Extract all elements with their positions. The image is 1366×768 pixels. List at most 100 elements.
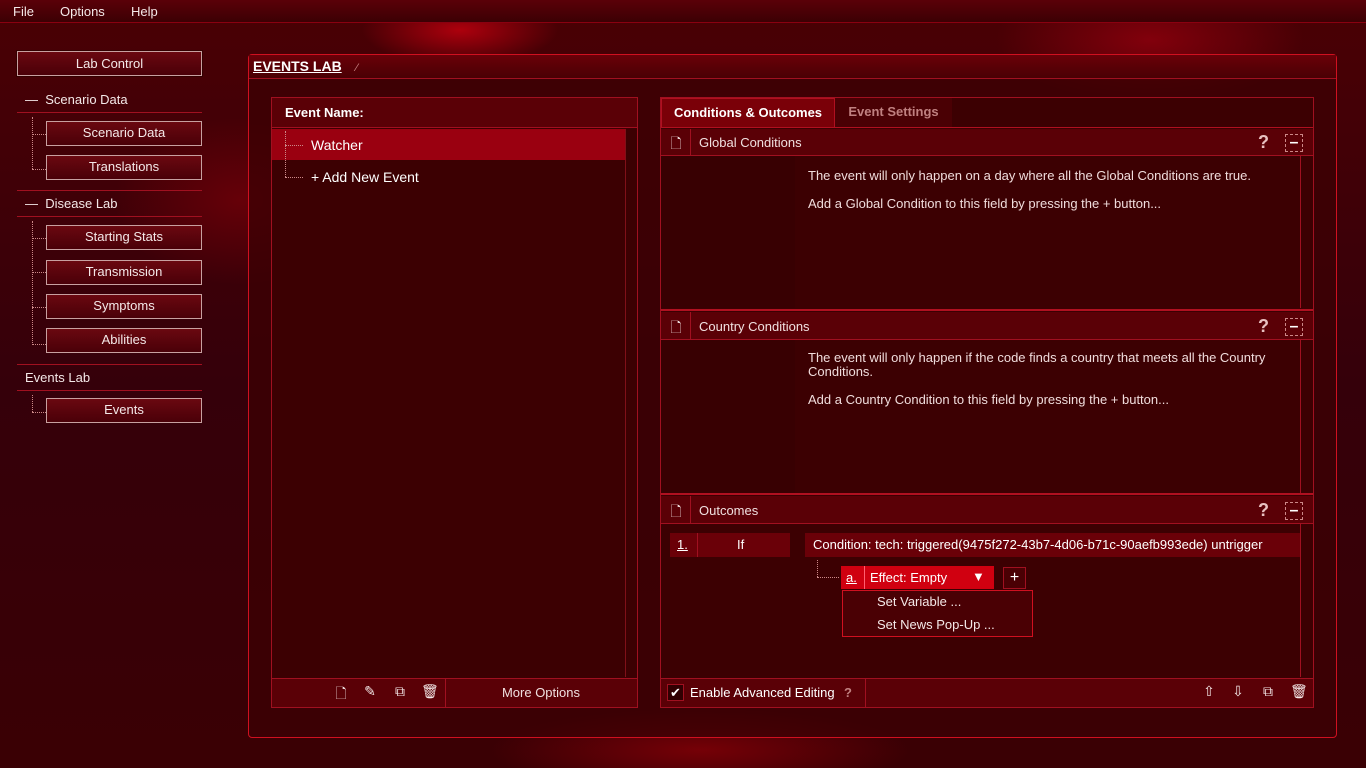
- add-outcome-icon[interactable]: 🗋: [668, 501, 684, 525]
- add-effect-button[interactable]: +: [1003, 567, 1026, 589]
- collapse-icon[interactable]: —: [25, 92, 38, 107]
- divider: [864, 566, 865, 589]
- tree-line: [32, 412, 46, 413]
- menu-file[interactable]: File: [13, 4, 34, 19]
- tree-line: [32, 221, 33, 345]
- transmission-button[interactable]: Transmission: [46, 260, 202, 285]
- tree-line: [32, 307, 46, 308]
- tree-line: [32, 134, 46, 135]
- outcome-if-row[interactable]: [670, 533, 790, 557]
- translations-button[interactable]: Translations: [46, 155, 202, 180]
- delete-event-icon[interactable]: 🗑: [421, 683, 439, 700]
- collapse-icon[interactable]: –: [1285, 502, 1303, 520]
- help-icon[interactable]: ?: [1258, 132, 1269, 153]
- divider: [17, 112, 202, 113]
- divider: [661, 493, 1313, 495]
- edit-event-icon[interactable]: ✎: [362, 683, 378, 700]
- title-slash: ⁄: [356, 62, 358, 74]
- lab-control-button[interactable]: Lab Control: [17, 51, 202, 76]
- scrollbar-track[interactable]: [1300, 156, 1301, 308]
- divider: [661, 309, 1313, 311]
- tree-line: [32, 272, 46, 273]
- global-conditions-title: Global Conditions: [699, 135, 802, 150]
- scenario-data-section[interactable]: — Scenario Data: [25, 92, 128, 107]
- delete-icon[interactable]: 🗑: [1290, 683, 1308, 700]
- event-name-label: Event Name:: [285, 105, 364, 120]
- advanced-editing-label: Enable Advanced Editing: [690, 685, 835, 700]
- help-icon[interactable]: ?: [1258, 500, 1269, 521]
- move-up-icon[interactable]: ⇧: [1201, 683, 1217, 700]
- country-info-1: The event will only happen if the code f…: [808, 350, 1266, 379]
- tree-line: [285, 177, 303, 178]
- advanced-editing-checkbox[interactable]: ✔: [667, 684, 684, 701]
- page-title: EVENTS LAB: [253, 58, 342, 74]
- event-list-panel: [271, 97, 638, 708]
- outcome-number: 1.: [677, 537, 688, 552]
- tree-line: [817, 577, 839, 578]
- menu-item-set-variable[interactable]: Set Variable ...: [877, 594, 961, 609]
- menu-help[interactable]: Help: [131, 4, 158, 19]
- tree-line: [285, 145, 303, 146]
- if-label: If: [737, 537, 745, 552]
- condition-gutter: [661, 340, 795, 493]
- collapse-icon[interactable]: —: [25, 196, 38, 211]
- more-options-button[interactable]: More Options: [446, 685, 636, 700]
- move-down-icon[interactable]: ⇩: [1230, 683, 1246, 700]
- divider: [661, 127, 1313, 128]
- global-info-2: Add a Global Condition to this field by …: [808, 196, 1162, 211]
- effect-letter: a.: [846, 570, 857, 585]
- scrollbar-track[interactable]: [1300, 524, 1301, 677]
- section-label: Disease Lab: [45, 196, 118, 211]
- help-icon[interactable]: ?: [844, 685, 852, 700]
- divider: [17, 364, 202, 365]
- condition-field[interactable]: Condition: tech: triggered(9475f272-43b7…: [805, 533, 1300, 557]
- section-label: Scenario Data: [45, 92, 128, 107]
- panel-titlebar: [249, 55, 1336, 79]
- help-icon[interactable]: ?: [1258, 316, 1269, 337]
- abilities-button[interactable]: Abilities: [46, 328, 202, 353]
- tree-line: [32, 238, 46, 239]
- outcomes-title: Outcomes: [699, 503, 759, 518]
- chevron-down-icon[interactable]: ▼: [972, 569, 985, 584]
- country-conditions-title: Country Conditions: [699, 319, 810, 334]
- tab-conditions-outcomes[interactable]: Conditions & Outcomes: [661, 98, 835, 127]
- divider: [690, 312, 691, 340]
- add-new-event[interactable]: + Add New Event: [311, 169, 419, 185]
- events-button[interactable]: Events: [46, 398, 202, 423]
- scenario-data-button[interactable]: Scenario Data: [46, 121, 202, 146]
- event-item-watcher[interactable]: Watcher: [311, 137, 363, 153]
- tree-line: [32, 169, 46, 170]
- global-info-1: The event will only happen on a day wher…: [808, 168, 1251, 183]
- events-lab-section[interactable]: Events Lab: [25, 370, 90, 385]
- tab-event-settings[interactable]: Event Settings: [835, 98, 952, 127]
- country-info-2: Add a Country Condition to this field by…: [808, 392, 1169, 407]
- condition-gutter: [661, 156, 795, 308]
- scrollbar-track[interactable]: [625, 129, 626, 677]
- menu-bar: File Options Help: [0, 0, 1366, 23]
- disease-lab-section[interactable]: — Disease Lab: [25, 196, 118, 211]
- add-condition-icon[interactable]: 🗋: [668, 133, 684, 157]
- tree-line: [285, 131, 286, 177]
- new-event-icon[interactable]: 🗋: [333, 683, 349, 707]
- tree-line: [817, 560, 818, 577]
- collapse-icon[interactable]: –: [1285, 318, 1303, 336]
- divider: [17, 190, 202, 191]
- menu-options[interactable]: Options: [60, 4, 105, 19]
- outcomes-header: [661, 496, 1313, 524]
- divider: [697, 533, 698, 557]
- divider: [17, 390, 202, 391]
- menu-item-set-news-popup[interactable]: Set News Pop-Up ...: [877, 617, 995, 632]
- add-condition-icon[interactable]: 🗋: [668, 317, 684, 341]
- divider: [865, 679, 866, 707]
- symptoms-button[interactable]: Symptoms: [46, 294, 202, 319]
- scrollbar-track[interactable]: [1300, 340, 1301, 493]
- tree-line: [32, 117, 33, 169]
- divider: [690, 129, 691, 156]
- copy-event-icon[interactable]: ⧉: [392, 683, 408, 700]
- divider: [690, 496, 691, 524]
- effect-dropdown[interactable]: Effect: Empty: [870, 570, 947, 585]
- starting-stats-button[interactable]: Starting Stats: [46, 225, 202, 250]
- collapse-icon[interactable]: –: [1285, 134, 1303, 152]
- copy-icon[interactable]: ⧉: [1260, 683, 1276, 700]
- divider: [17, 216, 202, 217]
